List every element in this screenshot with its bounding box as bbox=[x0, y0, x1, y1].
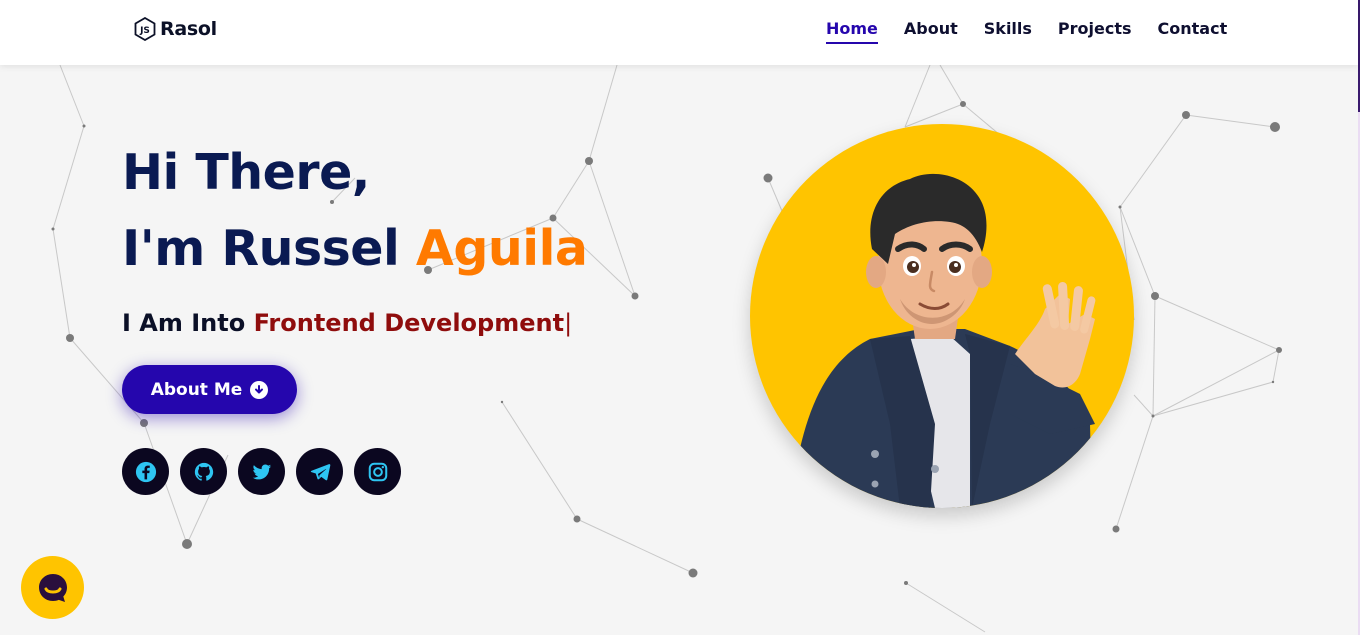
github-link[interactable] bbox=[180, 448, 227, 495]
chat-widget-button[interactable] bbox=[21, 556, 84, 619]
social-links bbox=[122, 448, 401, 495]
nav-projects[interactable]: Projects bbox=[1058, 19, 1132, 44]
instagram-link[interactable] bbox=[354, 448, 401, 495]
telegram-link[interactable] bbox=[296, 448, 343, 495]
about-me-button-label: About Me bbox=[150, 379, 243, 400]
hero-subtitle: I Am Into Frontend Development| bbox=[122, 309, 572, 337]
avatar bbox=[750, 124, 1134, 508]
facebook-icon bbox=[135, 461, 156, 482]
hero-heading: Hi There, I'm Russel Aguila bbox=[122, 144, 588, 273]
chat-bubble-icon bbox=[38, 573, 67, 602]
nav-home[interactable]: Home bbox=[826, 19, 878, 44]
main-nav: Home About Skills Projects Contact bbox=[826, 19, 1227, 44]
nav-about[interactable]: About bbox=[904, 19, 958, 44]
hero-intro-accent: Aguila bbox=[415, 220, 588, 277]
typing-cursor: | bbox=[564, 309, 573, 337]
typed-text: Frontend Development bbox=[253, 309, 565, 337]
arrow-down-circle-icon bbox=[250, 380, 269, 399]
telegram-icon bbox=[310, 463, 330, 480]
svg-text:JS: JS bbox=[139, 26, 150, 36]
avatar-illustration bbox=[790, 173, 1096, 508]
github-icon bbox=[194, 462, 213, 481]
brand-name: Rasol bbox=[160, 18, 217, 40]
brand-logo[interactable]: JS Rasol bbox=[134, 17, 217, 41]
twitter-link[interactable] bbox=[238, 448, 285, 495]
hero-subtitle-prefix: I Am Into bbox=[122, 309, 254, 337]
twitter-icon bbox=[252, 463, 271, 479]
instagram-icon bbox=[368, 462, 387, 481]
nav-skills[interactable]: Skills bbox=[984, 19, 1032, 44]
navbar: JS Rasol Home About Skills Projects Cont… bbox=[0, 0, 1358, 65]
hero-intro-prefix: I'm Russel bbox=[122, 220, 416, 277]
hero-greeting: Hi There, bbox=[122, 144, 370, 201]
about-me-button[interactable]: About Me bbox=[122, 365, 297, 414]
facebook-link[interactable] bbox=[122, 448, 169, 495]
nav-contact[interactable]: Contact bbox=[1158, 19, 1228, 44]
hero-intro: I'm Russel Aguila bbox=[122, 224, 588, 273]
nodejs-logo-icon: JS bbox=[134, 17, 156, 41]
